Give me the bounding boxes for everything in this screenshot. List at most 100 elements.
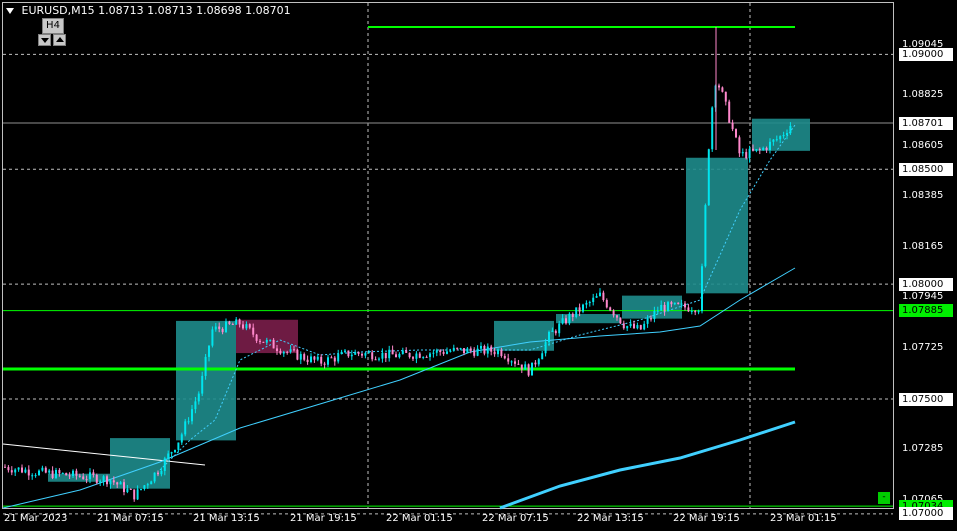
candle-down xyxy=(7,467,10,471)
candle-up xyxy=(214,326,217,330)
candle-up xyxy=(225,321,227,333)
timeframe-up-icon[interactable] xyxy=(53,34,66,46)
candle-up xyxy=(599,292,601,297)
candle-up xyxy=(673,302,676,305)
candle-up xyxy=(327,357,329,365)
candle-down xyxy=(303,354,306,360)
candle-down xyxy=(78,475,81,477)
candle-down xyxy=(650,318,652,320)
candle-up xyxy=(184,421,187,435)
candle-up xyxy=(524,364,527,370)
candle-up xyxy=(119,482,122,485)
candle-down xyxy=(724,91,727,102)
candle-down xyxy=(639,325,642,330)
candle-up xyxy=(537,359,540,365)
candle-up xyxy=(449,350,452,352)
candle-down xyxy=(357,352,360,354)
candle-down xyxy=(75,470,78,476)
candle-up xyxy=(163,458,166,471)
candle-up xyxy=(401,350,404,354)
candle-down xyxy=(255,334,258,341)
candle-down xyxy=(718,85,720,88)
candle-down xyxy=(503,355,506,359)
candle-up xyxy=(544,342,547,354)
candle-down xyxy=(514,361,516,364)
price-label: 1.07000 xyxy=(899,507,953,521)
candle-up xyxy=(452,347,455,351)
h4-box-down xyxy=(236,319,298,354)
candle-down xyxy=(694,310,697,313)
candle-up xyxy=(31,475,34,477)
time-label: 21 Mar 07:15 xyxy=(97,513,164,524)
candle-up xyxy=(711,107,714,150)
candle-up xyxy=(476,348,479,356)
candle-up xyxy=(174,449,176,453)
candle-up xyxy=(299,354,302,360)
candle-down xyxy=(633,323,635,329)
candle-down xyxy=(112,480,115,483)
price-label: 1.08000 xyxy=(899,277,953,291)
candle-down xyxy=(493,351,496,355)
candle-up xyxy=(34,475,37,477)
candle-up xyxy=(575,307,578,317)
candle-up xyxy=(191,409,193,422)
candle-up xyxy=(779,136,782,140)
candle-down xyxy=(745,152,748,159)
candle-up xyxy=(548,331,550,343)
price-label: 1.08500 xyxy=(899,162,953,176)
chart-header: EURUSD,M15 1.08713 1.08713 1.08698 1.087… xyxy=(6,4,291,17)
candle-up xyxy=(167,453,170,459)
candle-up xyxy=(72,470,74,477)
candle-up xyxy=(769,141,771,151)
price-chart[interactable] xyxy=(0,0,957,531)
candle-down xyxy=(384,352,387,359)
candle-up xyxy=(140,488,142,490)
candle-down xyxy=(85,479,88,481)
candle-up xyxy=(146,484,149,486)
candle-down xyxy=(507,358,510,362)
candle-up xyxy=(680,303,683,305)
ohlc-values: 1.08713 1.08713 1.08698 1.08701 xyxy=(98,4,291,17)
collapse-triangle-icon[interactable] xyxy=(6,8,14,14)
candle-up xyxy=(150,481,153,485)
candle-up xyxy=(378,358,380,360)
candle-up xyxy=(561,318,564,324)
time-label: 21 Mar 13:15 xyxy=(193,513,260,524)
candle-down xyxy=(483,345,486,354)
candle-down xyxy=(68,475,71,477)
candle-up xyxy=(704,205,707,267)
candle-up xyxy=(629,323,632,327)
candle-down xyxy=(758,149,761,151)
time-label: 21 Mar 19:15 xyxy=(290,513,357,524)
candle-down xyxy=(296,349,299,360)
candle-down xyxy=(242,324,244,329)
candle-down xyxy=(272,339,275,349)
candle-up xyxy=(17,467,20,470)
candle-down xyxy=(347,350,350,357)
candle-down xyxy=(731,122,734,130)
candle-up xyxy=(153,472,156,482)
candle-up xyxy=(310,356,312,362)
candle-down xyxy=(320,356,323,364)
candle-down xyxy=(728,101,731,123)
candle-down xyxy=(133,489,136,500)
candle-down xyxy=(677,302,680,305)
candle-down xyxy=(330,357,333,359)
candle-down xyxy=(412,357,414,359)
candle-down xyxy=(735,129,737,138)
hide-level-button[interactable]: - xyxy=(878,492,890,504)
candle-up xyxy=(160,470,163,475)
timeframe-label[interactable]: H4 xyxy=(42,18,64,34)
candle-down xyxy=(395,354,397,358)
candle-down xyxy=(670,302,673,305)
candle-down xyxy=(752,148,754,151)
candle-down xyxy=(565,318,567,324)
candle-up xyxy=(755,149,758,151)
timeframe-down-icon[interactable] xyxy=(38,34,51,46)
candle-up xyxy=(466,348,469,354)
candle-down xyxy=(65,472,68,476)
candle-up xyxy=(653,310,656,319)
candle-up xyxy=(143,485,146,489)
candle-up xyxy=(741,152,744,154)
candle-up xyxy=(697,311,700,313)
